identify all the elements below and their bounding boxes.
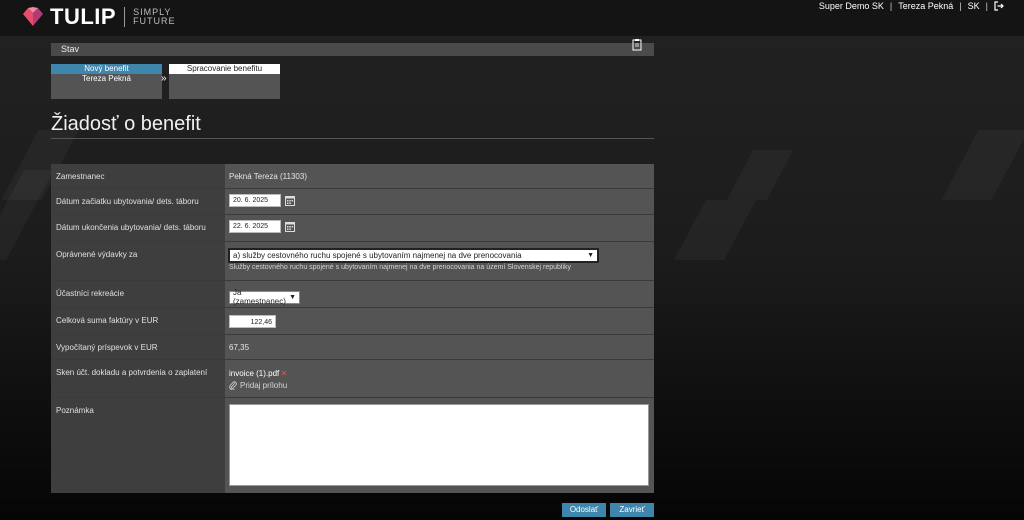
- calculated-value: 67,35: [225, 335, 654, 359]
- user-menu: Super Demo SK | Tereza Pekná | SK |: [819, 1, 1004, 11]
- add-attachment-link[interactable]: Pridaj prílohu: [229, 381, 650, 390]
- form-row-start-date: Dátum začiatku ubytovania/ dets. táboru …: [51, 189, 654, 215]
- benefit-form: Zamestnanec Pekná Tereza (11303) Dátum z…: [51, 164, 654, 493]
- workflow-step-processing[interactable]: Spracovanie benefitu: [169, 64, 280, 99]
- page-title: Žiadosť o benefit: [51, 113, 201, 135]
- form-row-end-date: Dátum ukončenia ubytovania/ dets. táboru…: [51, 215, 654, 242]
- title-divider: [51, 138, 654, 139]
- step-subtitle: Tereza Pekná: [82, 74, 131, 83]
- chevron-down-icon: ▼: [289, 293, 296, 301]
- company-link[interactable]: Super Demo SK: [819, 1, 884, 11]
- form-row-participants: Účastníci rekreácie Ja (zamestnanec) ▼: [51, 281, 654, 308]
- brand-tagline: SIMPLY FUTURE: [133, 8, 176, 26]
- logo-separator: [124, 7, 126, 27]
- logout-icon[interactable]: [994, 1, 1004, 11]
- status-bar: Stav: [51, 43, 654, 56]
- scan-cell: invoice (1).pdf × Pridaj prílohu: [225, 360, 654, 397]
- calendar-icon[interactable]: [285, 195, 296, 206]
- participants-cell: Ja (zamestnanec) ▼: [225, 281, 654, 307]
- note-cell: [225, 398, 654, 493]
- brand-logo[interactable]: TULIP SIMPLY FUTURE: [22, 4, 176, 29]
- tagline-line-2: FUTURE: [133, 16, 176, 26]
- separator: |: [959, 1, 962, 11]
- field-label: Účastníci rekreácie: [51, 281, 225, 307]
- field-label: Dátum ukončenia ubytovania/ dets. táboru: [51, 215, 225, 241]
- start-date-input[interactable]: 20. 6. 2025: [229, 194, 281, 207]
- step-arrow-icon: »: [161, 73, 167, 84]
- status-bar-label: Stav: [61, 44, 80, 54]
- chevron-down-icon: ▼: [587, 252, 594, 259]
- field-label: Oprávnené výdavky za: [51, 242, 225, 280]
- expenses-cell: a) služby cestovného ruchu spojené s uby…: [225, 242, 654, 280]
- top-bar: TULIP SIMPLY FUTURE Super Demo SK | Tere…: [0, 0, 1024, 36]
- send-button[interactable]: Odoslať: [562, 503, 606, 517]
- language-link[interactable]: SK: [968, 1, 980, 11]
- step-title: Nový benefit: [51, 64, 162, 74]
- form-row-scan: Sken účt. dokladu a potvrdenia o zaplate…: [51, 360, 654, 398]
- employee-value: Pekná Tereza (11303): [225, 164, 654, 188]
- field-label: Zamestnanec: [51, 164, 225, 188]
- background-stripe: [726, 150, 794, 200]
- background-stripe: [0, 170, 54, 260]
- close-button[interactable]: Zavrieť: [610, 503, 654, 517]
- invoice-total-cell: 122,46: [225, 308, 654, 334]
- expenses-select[interactable]: a) služby cestovného ruchu spojené s uby…: [228, 248, 599, 263]
- brand-name: TULIP: [50, 4, 117, 29]
- participants-selected-value: Ja (zamestnanec): [233, 288, 286, 306]
- paperclip-icon: [229, 381, 237, 390]
- user-link[interactable]: Tereza Pekná: [898, 1, 953, 11]
- field-label: Dátum začiatku ubytovania/ dets. táboru: [51, 189, 225, 214]
- file-link[interactable]: invoice (1).pdf: [229, 369, 279, 378]
- background-stripe: [674, 200, 756, 260]
- separator: |: [889, 1, 893, 11]
- field-label: Sken účt. dokladu a potvrdenia o zaplate…: [51, 360, 225, 397]
- separator: |: [985, 1, 988, 11]
- calendar-icon[interactable]: [285, 221, 296, 232]
- form-row-note: Poznámka: [51, 398, 654, 493]
- form-row-invoice-total: Celková suma faktúry v EUR 122,46: [51, 308, 654, 335]
- clipboard-icon[interactable]: [632, 38, 642, 51]
- field-label: Celková suma faktúry v EUR: [51, 308, 225, 334]
- step-title: Spracovanie benefitu: [169, 64, 280, 74]
- expenses-description: Služby cestovného ruchu spojené s ubytov…: [229, 264, 572, 271]
- form-row-calculated: Vypočítaný príspevok v EUR 67,35: [51, 335, 654, 360]
- end-date-cell: 22. 6. 2025: [225, 215, 654, 241]
- form-row-employee: Zamestnanec Pekná Tereza (11303): [51, 164, 654, 189]
- invoice-total-input[interactable]: 122,46: [229, 315, 276, 328]
- expenses-selected-value: a) služby cestovného ruchu spojené s uby…: [233, 251, 522, 260]
- add-attachment-label: Pridaj prílohu: [240, 381, 288, 390]
- workflow-step-new-benefit[interactable]: Nový benefit Tereza Pekná: [51, 64, 162, 99]
- note-textarea[interactable]: [229, 404, 649, 486]
- participants-select[interactable]: Ja (zamestnanec) ▼: [229, 288, 300, 306]
- end-date-input[interactable]: 22. 6. 2025: [229, 220, 281, 233]
- background-stripe: [941, 130, 1024, 200]
- tulip-logo-icon: [23, 7, 43, 26]
- start-date-cell: 20. 6. 2025: [225, 189, 654, 214]
- form-row-expenses: Oprávnené výdavky za a) služby cestovnéh…: [51, 242, 654, 281]
- attached-file: invoice (1).pdf ×: [229, 368, 650, 378]
- field-label: Vypočítaný príspevok v EUR: [51, 335, 225, 359]
- field-label: Poznámka: [51, 398, 225, 493]
- remove-file-icon[interactable]: ×: [281, 368, 286, 378]
